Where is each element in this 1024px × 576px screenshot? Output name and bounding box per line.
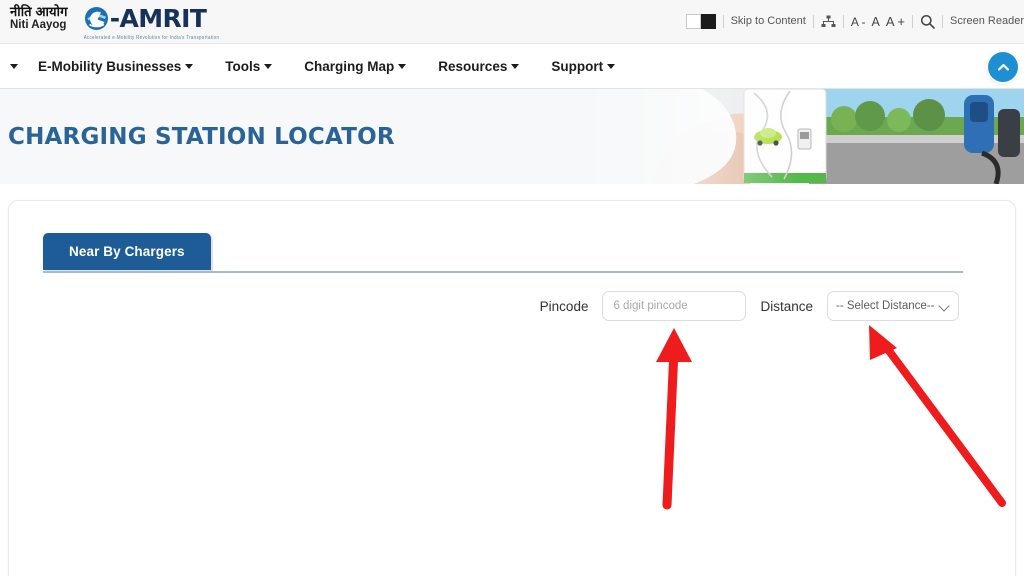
tab-bar: Near By Chargers — [43, 233, 211, 270]
chevron-down-icon — [264, 64, 273, 69]
nav-item-label: E-Mobility Businesses — [38, 59, 182, 74]
accessibility-tools: Skip to Content A - A A + Screen Reader — [685, 11, 1024, 31]
pincode-label: Pincode — [539, 298, 589, 314]
divider — [942, 14, 943, 28]
clipped-menu-caret[interactable] — [0, 64, 22, 69]
nav-item-label: Support — [551, 59, 604, 74]
chevron-down-icon — [607, 64, 616, 69]
divider — [912, 14, 913, 28]
niti-aayog-hindi-text: नीति आयोग — [10, 4, 68, 19]
font-normal-button[interactable]: A — [871, 15, 879, 29]
contrast-toggle-icon[interactable] — [685, 13, 716, 29]
nav-item-label: Resources — [438, 59, 508, 74]
tab-underline-divider — [43, 271, 963, 273]
niti-aayog-english-text: Niti Aayog — [10, 18, 67, 31]
chevron-down-icon — [185, 64, 194, 69]
tab-near-by-chargers[interactable]: Near By Chargers — [43, 233, 211, 270]
font-size-controls: A - A A + — [851, 14, 905, 29]
nav-item-e-mobility-businesses[interactable]: E-Mobility Businesses — [22, 59, 209, 74]
sitemap-icon[interactable] — [821, 15, 836, 28]
page-title: CHARGING STATION LOCATOR — [8, 124, 395, 150]
chevron-down-icon — [10, 64, 18, 69]
chevron-down-icon — [511, 64, 520, 69]
eamrit-emblem-icon — [84, 6, 109, 31]
nav-item-support[interactable]: Support — [535, 59, 631, 74]
chevron-down-icon — [398, 64, 407, 69]
screen-reader-link[interactable]: Screen Reader — [950, 15, 1024, 27]
scroll-up-arrow-icon[interactable] — [988, 52, 1018, 82]
eamrit-wordmark: -AMRIT — [109, 4, 207, 33]
nav-item-label: Tools — [225, 59, 261, 74]
eamrit-tagline: Accelerated e-Mobility Revolution for In… — [83, 34, 220, 41]
skip-to-content-link[interactable]: Skip to Content — [731, 15, 806, 27]
browser-page: नीति आयोग Niti Aayog -AMRIT Accelerated … — [0, 0, 1024, 576]
utility-bar: नीति आयोग Niti Aayog -AMRIT Accelerated … — [0, 0, 1024, 44]
divider — [722, 14, 724, 28]
charging-station-locator-card: Near By Chargers Pincode Distance -- Sel… — [8, 200, 1016, 576]
search-icon[interactable] — [920, 14, 935, 29]
nav-item-tools[interactable]: Tools — [209, 59, 288, 74]
font-increase-button[interactable]: A + — [886, 14, 905, 29]
divider — [812, 14, 814, 28]
distance-select[interactable]: -- Select Distance-- — [827, 291, 959, 321]
eamrit-logo[interactable]: -AMRIT Accelerated e-Mobility Revolution… — [83, 3, 220, 41]
nav-item-label: Charging Map — [304, 59, 395, 74]
niti-aayog-logo[interactable]: नीति आयोग Niti Aayog — [10, 3, 68, 31]
filter-controls: Pincode Distance -- Select Distance-- — [540, 291, 959, 321]
results-map-area — [10, 331, 1014, 576]
pincode-input[interactable] — [602, 291, 747, 321]
nav-item-charging-map[interactable]: Charging Map — [288, 59, 422, 74]
distance-label: Distance — [760, 298, 813, 314]
divider — [842, 14, 844, 28]
main-navigation: E-Mobility Businesses Tools Charging Map… — [0, 44, 1024, 89]
nav-item-resources[interactable]: Resources — [422, 59, 535, 74]
font-decrease-button[interactable]: A - — [851, 15, 866, 29]
brand-logos[interactable]: नीति आयोग Niti Aayog -AMRIT Accelerated … — [10, 3, 220, 41]
